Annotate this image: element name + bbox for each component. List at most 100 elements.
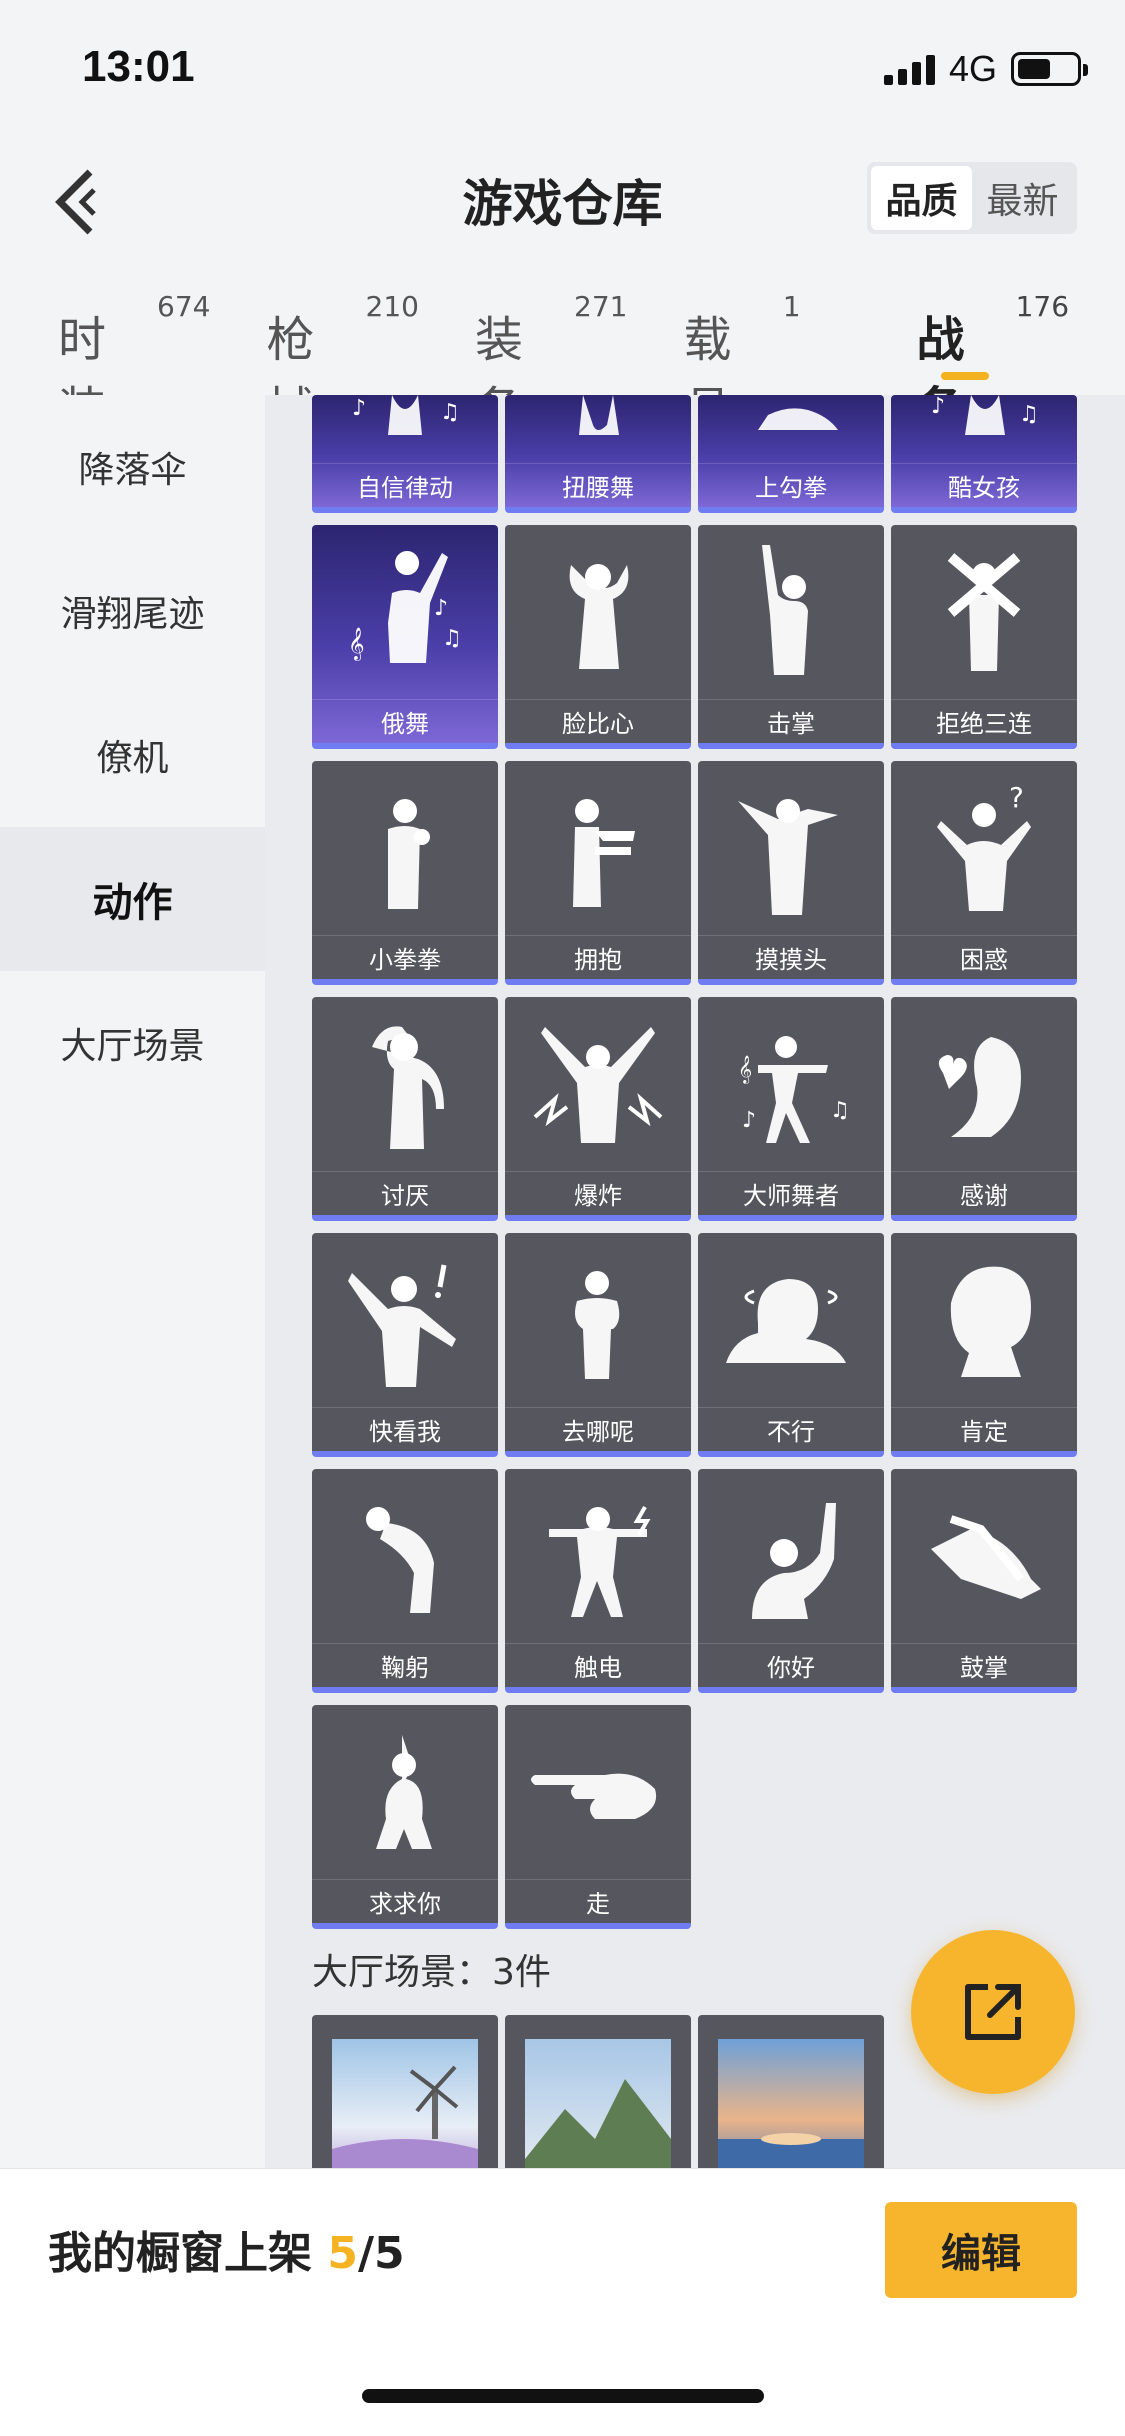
action-label: 感谢 [891, 1171, 1077, 1215]
battery-icon [1011, 52, 1088, 86]
action-card[interactable]: 讨厌 [312, 997, 498, 1221]
action-card[interactable]: 拒绝三连 [891, 525, 1077, 749]
scene-card[interactable] [312, 2015, 498, 2170]
sidebar-item-lobby-scene[interactable]: 大厅场景 [0, 971, 265, 1115]
share-icon [965, 1984, 1021, 2040]
no-icon [726, 1279, 846, 1363]
sidebar-item-glide-trail[interactable]: 滑翔尾迹 [0, 539, 265, 683]
svg-text:♫: ♫ [830, 1098, 850, 1123]
explode-icon [533, 1027, 663, 1143]
action-card[interactable]: 𝄞 ♪ ♫ 大师舞者 [698, 997, 884, 1221]
hate-icon [372, 1026, 444, 1149]
sort-quality-button[interactable]: 品质 [871, 166, 972, 230]
item-content: ♪ ♫ 自信律动 扭腰舞 上勾拳 ♪ ♫ 酷女孩 𝄞 ♪ ♫ 俄舞 脸比心 击掌 拒绝三连 小拳拳… [265, 395, 1125, 2170]
svg-text:♫: ♫ [440, 400, 460, 425]
action-label: 摸摸头 [698, 935, 884, 979]
sort-newest-button[interactable]: 最新 [972, 166, 1073, 230]
svg-text:♪: ♪ [434, 596, 448, 621]
bow-icon [366, 1507, 434, 1613]
tab-vehicles[interactable]: 载具1 [683, 280, 800, 438]
network-label: 4G [948, 48, 997, 89]
pat-head-icon [738, 799, 838, 915]
back-button[interactable] [48, 166, 108, 236]
action-label: 困惑 [891, 935, 1077, 979]
action-card[interactable]: 求求你 [312, 1705, 498, 1929]
sidebar-item-parachute[interactable]: 降落伞 [0, 395, 265, 539]
action-label: 快看我 [312, 1407, 498, 1451]
sidebar-item-wingman[interactable]: 僚机 [0, 683, 265, 827]
tab-supplies[interactable]: 战备176 [917, 280, 1070, 438]
tab-count: 271 [574, 290, 628, 323]
shock-icon [549, 1506, 651, 1617]
action-label: 求求你 [312, 1879, 498, 1923]
showcase-separator: / [357, 2228, 375, 2279]
hug-icon [573, 799, 635, 907]
sidebar-item-actions[interactable]: 动作 [0, 827, 265, 971]
yes-icon [950, 1266, 1031, 1377]
action-label: 酷女孩 [891, 463, 1077, 507]
header: 游戏仓库 品质 最新 [0, 140, 1125, 258]
action-card[interactable]: ♪ ♫ 自信律动 [312, 395, 498, 513]
action-card[interactable]: 𝄞 ♪ ♫ 俄舞 [312, 525, 498, 749]
tab-fashion[interactable]: 时装674 [58, 280, 211, 438]
high-five-icon [762, 545, 808, 675]
home-indicator [362, 2389, 764, 2403]
bottom-bar: 我的橱窗上架 5/5 编辑 [0, 2168, 1125, 2436]
action-label: 扭腰舞 [505, 463, 691, 507]
sunset-sea-scene-thumb [718, 2039, 864, 2170]
action-label: 俄舞 [312, 699, 498, 743]
action-label: 拥抱 [505, 935, 691, 979]
action-card[interactable]: 走 [505, 1705, 691, 1929]
action-card[interactable]: 小拳拳 [312, 761, 498, 985]
action-card[interactable]: 扭腰舞 [505, 395, 691, 513]
status-time: 13:01 [82, 42, 195, 91]
dancer-music-icon: 𝄞 ♪ ♫ [348, 551, 462, 663]
action-card[interactable]: ♪ ♫ 酷女孩 [891, 395, 1077, 513]
tab-count: 210 [365, 290, 419, 323]
action-card[interactable]: 爆炸 [505, 997, 691, 1221]
action-label: 大师舞者 [698, 1171, 884, 1215]
tab-count: 674 [157, 290, 211, 323]
action-card[interactable]: 触电 [505, 1469, 691, 1693]
action-card[interactable]: 脸比心 [505, 525, 691, 749]
action-label: 脸比心 [505, 699, 691, 743]
tab-active-indicator [940, 372, 989, 380]
tab-count: 176 [1015, 290, 1070, 323]
svg-text:♪: ♪ [742, 1108, 756, 1133]
action-card[interactable]: 快看我 [312, 1233, 498, 1457]
scene-card[interactable] [698, 2015, 884, 2170]
tab-equipment[interactable]: 装备271 [475, 280, 628, 438]
clap-icon [931, 1515, 1041, 1599]
status-indicators: 4G [883, 48, 1088, 90]
action-card[interactable]: 肯定 [891, 1233, 1077, 1457]
action-card[interactable]: 你好 [698, 1469, 884, 1693]
action-card[interactable]: 鼓掌 [891, 1469, 1077, 1693]
action-card[interactable]: 感谢 [891, 997, 1077, 1221]
share-button[interactable] [911, 1930, 1075, 2094]
showcase-total: 5 [374, 2228, 405, 2279]
sort-toggle: 品质 最新 [867, 162, 1077, 234]
action-card[interactable]: 拥抱 [505, 761, 691, 985]
action-card[interactable]: 不行 [698, 1233, 884, 1457]
thanks-icon [938, 1037, 1021, 1137]
action-label: 肯定 [891, 1407, 1077, 1451]
action-label: 爆炸 [505, 1171, 691, 1215]
beg-icon [376, 1735, 432, 1849]
tab-guns[interactable]: 枪械210 [266, 280, 419, 438]
scene-card[interactable] [505, 2015, 691, 2170]
action-card[interactable]: ? 困惑 [891, 761, 1077, 985]
action-label: 击掌 [698, 699, 884, 743]
action-label: 小拳拳 [312, 935, 498, 979]
action-card[interactable]: 去哪呢 [505, 1233, 691, 1457]
heart-hands-icon [569, 564, 629, 669]
scene-grid [312, 2015, 884, 2170]
action-card[interactable]: 上勾拳 [698, 395, 884, 513]
action-card[interactable]: 鞠躬 [312, 1469, 498, 1693]
master-dancer-icon: 𝄞 ♪ ♫ [738, 1036, 850, 1143]
edit-button[interactable]: 编辑 [885, 2202, 1077, 2298]
svg-text:♫: ♫ [1019, 402, 1039, 427]
action-card[interactable]: 击掌 [698, 525, 884, 749]
action-card[interactable]: 摸摸头 [698, 761, 884, 985]
fist-icon [388, 799, 430, 909]
action-label: 不行 [698, 1407, 884, 1451]
